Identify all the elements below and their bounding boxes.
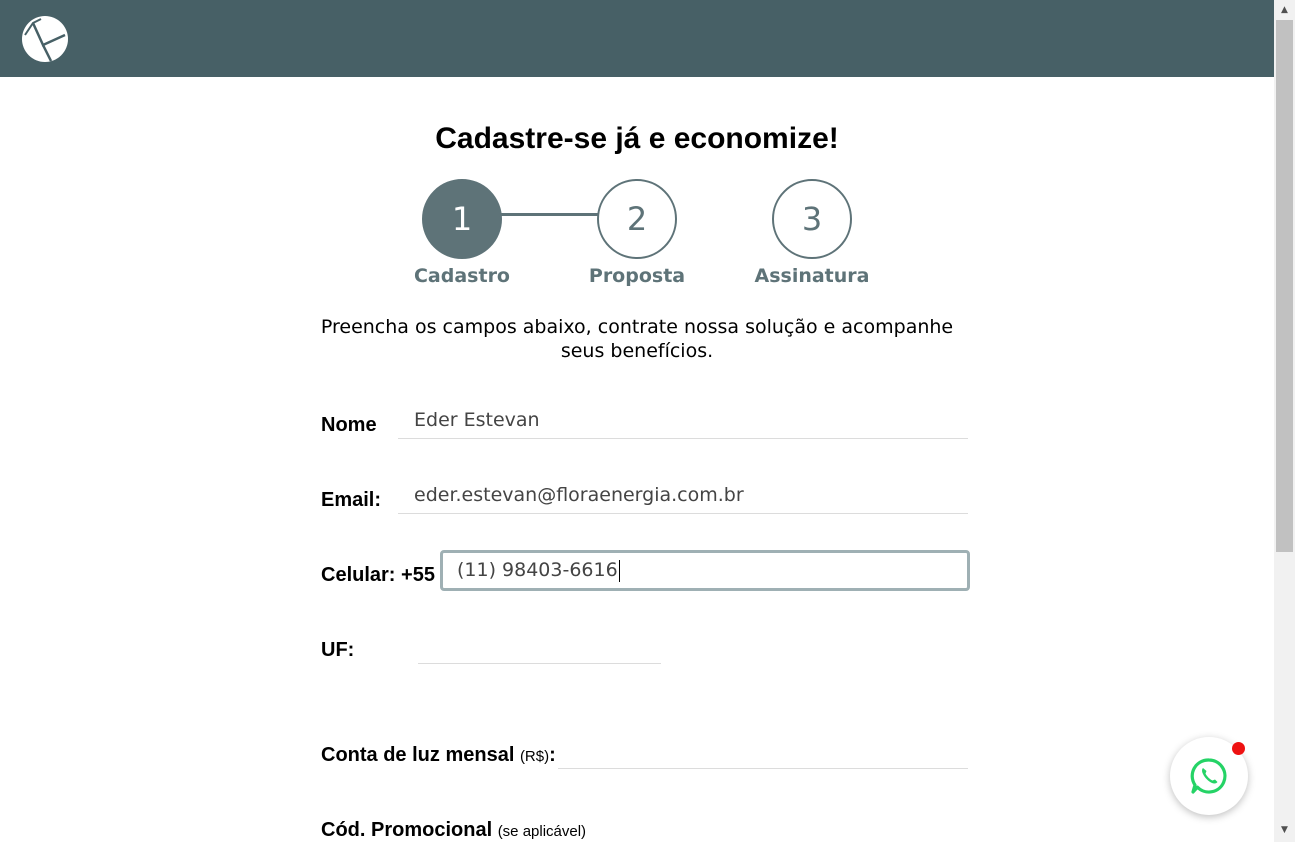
scrollbar[interactable]: ▲ ▼: [1274, 0, 1295, 842]
email-label: Email:: [321, 489, 382, 511]
celular-field[interactable]: (11) 98403-6616: [440, 550, 970, 591]
conta-label-text: Conta de luz mensal: [321, 744, 515, 766]
scroll-up-arrow[interactable]: ▲: [1274, 2, 1295, 19]
scroll-thumb[interactable]: [1276, 20, 1293, 552]
text-caret: [618, 559, 620, 582]
promo-hint: (se aplicável): [497, 823, 587, 840]
scroll-down-arrow[interactable]: ▼: [1274, 822, 1295, 839]
notification-badge: [1232, 742, 1245, 755]
step-3-circle: 3: [772, 179, 852, 259]
top-bar: [0, 0, 1274, 77]
promo-label: Cód. Promocional (se aplicável): [321, 819, 586, 842]
step-2-label: Proposta: [588, 265, 686, 287]
promo-label-text: Cód. Promocional: [321, 819, 493, 841]
step-1-circle: 1: [422, 179, 502, 259]
nome-value: Eder Estevan: [414, 409, 540, 431]
email-value: eder.estevan@floraenergia.com.br: [414, 484, 744, 506]
celular-value: (11) 98403-6616: [457, 559, 618, 581]
uf-select[interactable]: [418, 626, 661, 664]
intro-text: Preencha os campos abaixo, contrate noss…: [320, 316, 954, 362]
page-title: Cadastre-se já e economize!: [435, 122, 839, 155]
conta-hint: (R$): [519, 748, 550, 765]
conta-suffix: :: [549, 744, 556, 766]
celular-label: Celular: +55: [321, 564, 435, 586]
nome-label: Nome: [321, 414, 377, 436]
conta-field[interactable]: [558, 731, 968, 769]
step-connector: [500, 213, 599, 216]
step-3-label: Assinatura: [754, 265, 870, 287]
logo-icon[interactable]: [21, 15, 69, 63]
uf-label: UF:: [321, 639, 355, 661]
email-field[interactable]: eder.estevan@floraenergia.com.br: [398, 476, 968, 514]
nome-field[interactable]: Eder Estevan: [398, 401, 968, 439]
step-1-label: Cadastro: [413, 265, 510, 287]
conta-label: Conta de luz mensal (R$):: [321, 744, 556, 767]
step-2-circle: 2: [597, 179, 677, 259]
whatsapp-icon: [1190, 758, 1227, 794]
